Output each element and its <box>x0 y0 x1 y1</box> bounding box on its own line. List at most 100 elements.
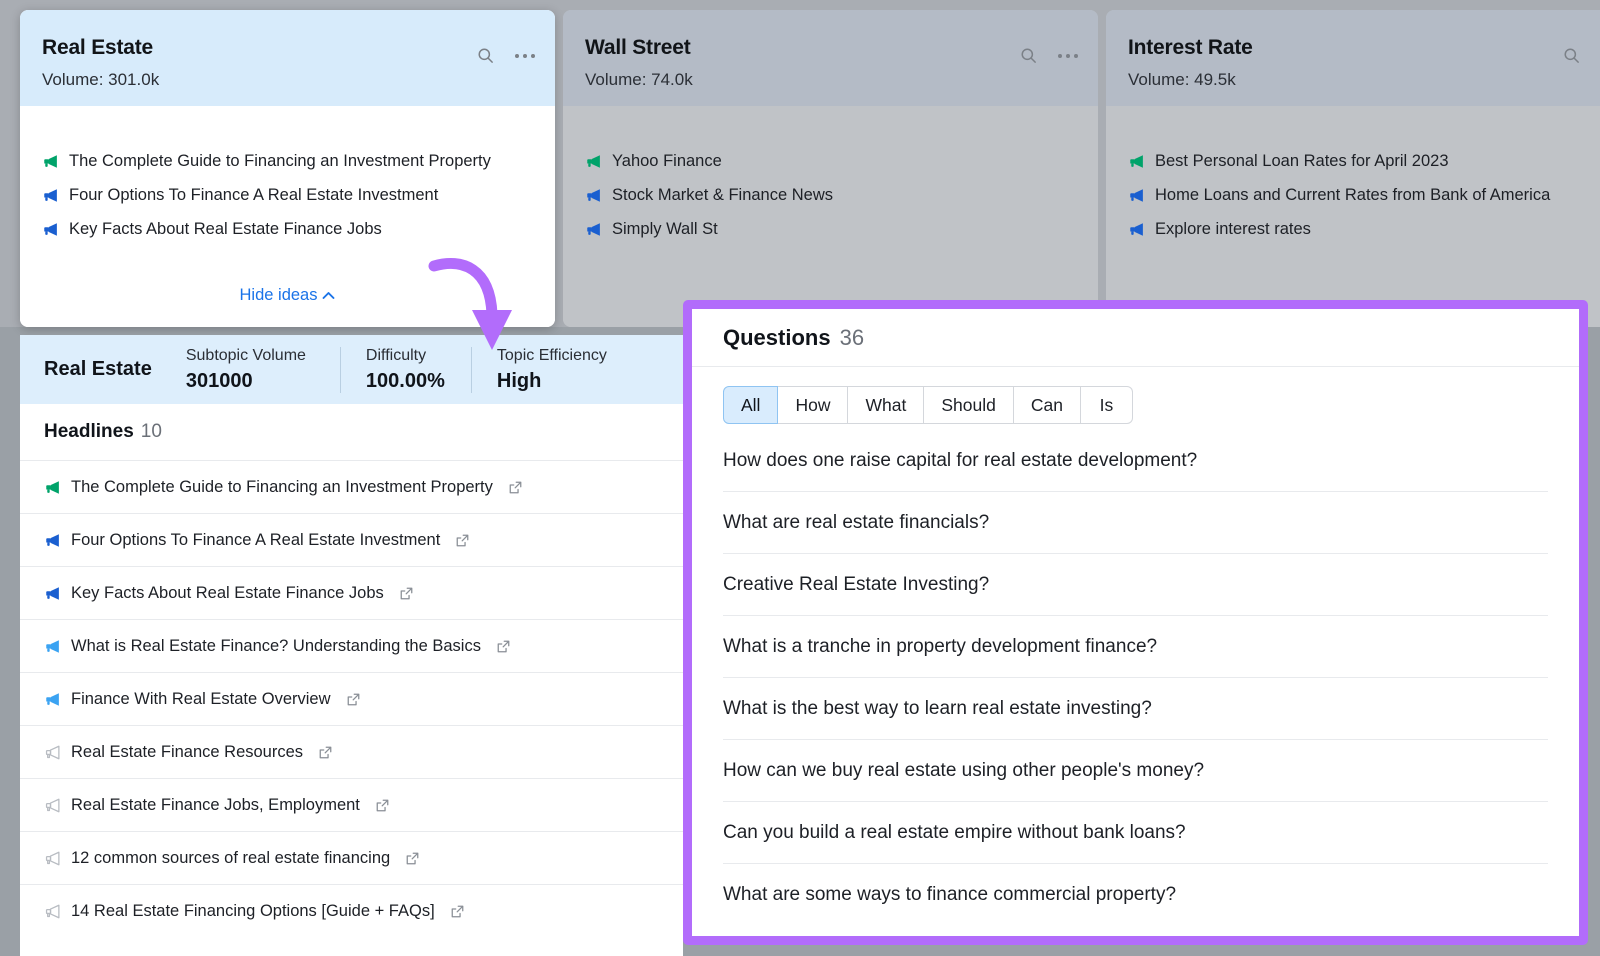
headline-row[interactable]: Four Options To Finance A Real Estate In… <box>20 513 683 566</box>
metric-topic-name: Real Estate <box>44 358 186 381</box>
headline-row[interactable]: Finance With Real Estate Overview <box>20 672 683 725</box>
search-icon[interactable] <box>1562 46 1581 65</box>
question-row[interactable]: How can we buy real estate using other p… <box>723 740 1548 802</box>
questions-count: 36 <box>839 324 865 350</box>
headline-row[interactable]: Real Estate Finance Jobs, Employment <box>20 778 683 831</box>
headline-row[interactable]: The Complete Guide to Financing an Inves… <box>20 460 683 513</box>
question-filter-can[interactable]: Can <box>1013 386 1081 424</box>
megaphone-icon <box>46 692 59 706</box>
idea-label: Simply Wall St <box>612 219 718 238</box>
metric-list: Subtopic Volume 301000 Difficulty 100.00% To… <box>186 347 633 393</box>
idea-label: Explore interest rates <box>1155 219 1311 238</box>
headline-label: What is Real Estate Finance? Understandi… <box>71 636 481 655</box>
megaphone-icon <box>46 480 59 494</box>
headlines-header: Headlines 10 <box>20 404 683 460</box>
headline-row[interactable]: What is Real Estate Finance? Understandi… <box>20 619 683 672</box>
more-options-icon[interactable] <box>515 53 535 58</box>
megaphone-icon <box>587 222 600 236</box>
headlines-label: Headlines <box>44 421 134 442</box>
idea-item[interactable]: Explore interest rates <box>1128 212 1600 246</box>
megaphone-icon <box>587 188 600 202</box>
headlines-count: 10 <box>140 421 162 442</box>
megaphone-icon <box>1130 188 1143 202</box>
questions-list: How does one raise capital for real esta… <box>692 424 1579 926</box>
idea-card-volume: Volume: 74.0k <box>585 70 693 89</box>
external-link-icon[interactable] <box>399 586 414 601</box>
idea-card-body: Yahoo Finance Stock Market & Finance News… <box>563 106 1098 327</box>
megaphone-icon <box>46 533 59 547</box>
headline-row[interactable]: Real Estate Finance Resources <box>20 725 683 778</box>
questions-header: Questions 36 <box>692 309 1579 367</box>
idea-card-title: Real Estate <box>42 36 154 59</box>
question-row[interactable]: How does one raise capital for real esta… <box>723 430 1548 492</box>
question-filter-is[interactable]: Is <box>1080 386 1133 424</box>
idea-item[interactable]: Simply Wall St <box>585 212 1076 246</box>
idea-item[interactable]: Yahoo Finance <box>585 144 1076 178</box>
external-link-icon[interactable] <box>496 639 511 654</box>
idea-label: Yahoo Finance <box>612 151 722 170</box>
headlines-list: The Complete Guide to Financing an Inves… <box>20 460 683 937</box>
metric-1: Subtopic Volume 301000 <box>186 347 340 393</box>
idea-card-actions <box>1562 46 1600 65</box>
megaphone-icon <box>44 222 57 236</box>
idea-label: Home Loans and Current Rates from Bank o… <box>1155 185 1551 204</box>
curved-down-arrow-icon <box>428 252 518 362</box>
question-row[interactable]: What is a tranche in property developmen… <box>723 616 1548 678</box>
megaphone-icon <box>1130 222 1143 236</box>
headline-label: Real Estate Finance Resources <box>71 742 304 761</box>
external-link-icon[interactable] <box>375 798 390 813</box>
headline-label: Key Facts About Real Estate Finance Jobs <box>71 583 384 602</box>
headline-label: 14 Real Estate Financing Options [Guide … <box>71 901 435 920</box>
question-row[interactable]: Creative Real Estate Investing? <box>723 554 1548 616</box>
megaphone-icon <box>45 798 60 812</box>
app-root: Real Estate Volume: 301.0k The Complete Gu… <box>0 0 1600 956</box>
idea-label: Key Facts About Real Estate Finance Jobs <box>69 219 382 238</box>
idea-label: Four Options To Finance A Real Estate In… <box>69 185 439 204</box>
headline-label: Real Estate Finance Jobs, Employment <box>71 795 360 814</box>
headline-label: Four Options To Finance A Real Estate In… <box>71 530 441 549</box>
idea-item[interactable]: Home Loans and Current Rates from Bank o… <box>1128 178 1600 212</box>
search-icon[interactable] <box>476 46 495 65</box>
search-icon[interactable] <box>1019 46 1038 65</box>
chevron-up-icon <box>322 286 335 305</box>
question-filter-how[interactable]: How <box>778 386 849 424</box>
question-row[interactable]: What are real estate financials? <box>723 492 1548 554</box>
headline-label: 12 common sources of real estate financi… <box>71 848 391 867</box>
question-filter-should[interactable]: Should <box>924 386 1014 424</box>
metric-value: High <box>496 369 542 392</box>
idea-item[interactable]: The Complete Guide to Financing an Inves… <box>42 144 533 178</box>
external-link-icon[interactable] <box>450 904 465 919</box>
external-link-icon[interactable] <box>508 480 523 495</box>
headline-row[interactable]: 14 Real Estate Financing Options [Guide … <box>20 884 683 937</box>
megaphone-icon <box>587 154 600 168</box>
question-row[interactable]: What is the best way to learn real estat… <box>723 678 1548 740</box>
question-filter-what[interactable]: What <box>848 386 925 424</box>
idea-item[interactable]: Key Facts About Real Estate Finance Jobs <box>42 212 533 246</box>
external-link-icon[interactable] <box>346 692 361 707</box>
question-filter-tabs: All How What Should Can Is <box>692 367 1579 424</box>
idea-item[interactable]: Stock Market & Finance News <box>585 178 1076 212</box>
idea-card-title: Wall Street <box>585 36 691 59</box>
headline-label: Finance With Real Estate Overview <box>71 689 331 708</box>
idea-card-3[interactable]: Interest Rate Volume: 49.5k Best Personal … <box>1106 10 1600 327</box>
megaphone-icon <box>44 154 57 168</box>
idea-card-volume: Volume: 301.0k <box>42 70 160 89</box>
question-filter-all[interactable]: All <box>723 386 779 424</box>
idea-card-actions <box>476 46 535 65</box>
headline-row[interactable]: Key Facts About Real Estate Finance Jobs <box>20 566 683 619</box>
more-options-icon[interactable] <box>1058 53 1078 58</box>
question-row[interactable]: What are some ways to finance commercial… <box>723 864 1548 926</box>
megaphone-icon <box>46 639 59 653</box>
idea-card-header: Wall Street Volume: 74.0k <box>563 10 1098 106</box>
external-link-icon[interactable] <box>318 745 333 760</box>
headline-row[interactable]: 12 common sources of real estate financi… <box>20 831 683 884</box>
idea-card-header: Interest Rate Volume: 49.5k <box>1106 10 1600 106</box>
idea-card-2[interactable]: Wall Street Volume: 74.0k Yahoo Finance Sto… <box>563 10 1098 327</box>
question-row[interactable]: Can you build a real estate empire witho… <box>723 802 1548 864</box>
idea-item[interactable]: Four Options To Finance A Real Estate In… <box>42 178 533 212</box>
external-link-icon[interactable] <box>405 851 420 866</box>
megaphone-icon <box>44 188 57 202</box>
headline-label: The Complete Guide to Financing an Inves… <box>71 477 493 496</box>
idea-item[interactable]: Best Personal Loan Rates for April 2023 <box>1128 144 1600 178</box>
external-link-icon[interactable] <box>455 533 470 548</box>
